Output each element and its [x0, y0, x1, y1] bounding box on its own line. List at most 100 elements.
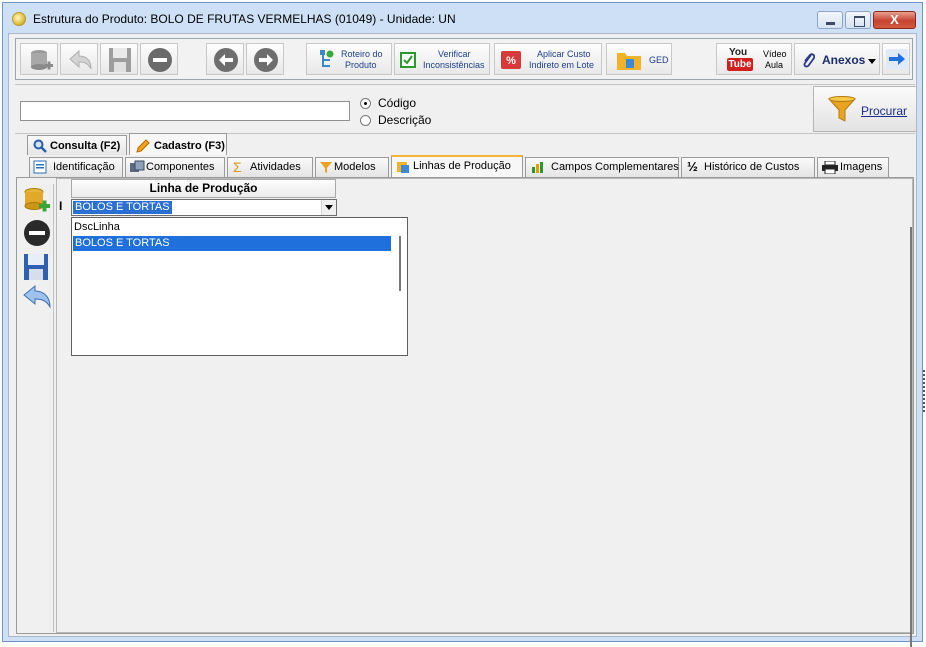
ged-label: GED — [649, 55, 669, 65]
tab-cadastro-label: Cadastro (F3) — [154, 140, 225, 152]
radio-descricao-dot[interactable] — [360, 115, 371, 126]
subtab-componentes[interactable]: Componentes — [125, 157, 225, 177]
next-button[interactable] — [246, 43, 284, 75]
radio-descricao-label: Descrição — [378, 113, 432, 127]
search-input[interactable] — [20, 101, 350, 121]
subtab-historico-label: Histórico de Custos — [704, 161, 800, 173]
radio-codigo-label: Código — [378, 96, 417, 110]
subtab-identificacao[interactable]: Identificação — [29, 157, 123, 177]
close-icon: X — [890, 12, 899, 27]
minimize-button[interactable] — [817, 11, 843, 29]
subtab-imagens-label: Imagens — [840, 161, 883, 173]
grid-scrollbar[interactable] — [910, 227, 912, 647]
subtab-imagens[interactable]: Imagens — [817, 157, 889, 177]
video-aula-button[interactable]: You Tube Vídeo Aula — [716, 43, 792, 75]
bars-icon — [532, 162, 543, 173]
side-toolbar — [20, 184, 54, 632]
add-record-button[interactable] — [20, 43, 58, 75]
minus-circle-icon[interactable] — [23, 219, 51, 247]
chevron-down-icon[interactable] — [321, 200, 336, 215]
production-line-icon — [397, 162, 409, 173]
tab-consulta-label: Consulta (F2) — [50, 140, 121, 152]
subtab-modelos[interactable]: Modelos — [315, 157, 389, 177]
undo-arrow-icon[interactable] — [22, 283, 52, 309]
percent-icon: % — [501, 51, 521, 69]
youtube-tube-text: Tube — [727, 58, 753, 71]
folder-icon — [617, 53, 641, 70]
list-item[interactable]: BOLOS E TORTAS — [73, 236, 391, 251]
maximize-button[interactable] — [845, 11, 871, 29]
funnel-icon — [828, 96, 856, 122]
roteiro-label-1: Roteiro do — [341, 49, 383, 59]
linha-producao-combo[interactable]: BOLOS E TORTAS — [71, 199, 337, 216]
aplicar-custo-button[interactable]: % Aplicar Custo Indireto em Lote — [494, 43, 602, 75]
roteiro-label-2: Produto — [345, 60, 377, 70]
verificar-label-1: Verificar — [438, 49, 471, 59]
linhas-producao-panel: Linha de Produção I BOLOS E TORTAS DscLi… — [16, 177, 914, 647]
anexos-dropdown-icon[interactable] — [868, 59, 876, 64]
floppy-disk-icon[interactable] — [23, 253, 49, 281]
database-add-icon — [31, 50, 53, 70]
tab-cadastro[interactable]: Cadastro (F3) — [129, 133, 227, 155]
tab-consulta[interactable]: Consulta (F2) — [27, 135, 127, 155]
close-button[interactable]: X — [873, 11, 916, 29]
filter-icon — [320, 162, 332, 173]
route-tree-icon — [320, 50, 334, 67]
dropdown-column-header: DscLinha — [74, 221, 120, 233]
combo-selected-value[interactable]: BOLOS E TORTAS — [73, 201, 172, 214]
floppy-disk-icon — [109, 48, 131, 72]
search-panel: Código Descrição Procurar — [15, 84, 917, 134]
delete-button[interactable] — [140, 43, 178, 75]
toolbar: Roteiro do Produto Verificar Inconsistên… — [15, 38, 913, 80]
subtab-campos-label: Campos Complementares — [551, 161, 679, 173]
minus-circle-icon — [148, 48, 172, 72]
ged-button[interactable]: GED — [606, 43, 672, 75]
procurar-button[interactable]: Procurar — [813, 86, 917, 132]
aplicar-label-2: Indireto em Lote — [529, 60, 595, 70]
subtab-historico-custos[interactable]: ½ Histórico de Custos — [681, 157, 815, 177]
row-edit-indicator: I — [59, 199, 63, 213]
app-icon — [12, 12, 26, 26]
aplicar-label-1: Aplicar Custo — [537, 49, 591, 59]
exit-button[interactable] — [882, 43, 910, 75]
subtab-campos-complementares[interactable]: Campos Complementares — [525, 157, 679, 177]
main-window: Estrutura do Produto: BOLO DE FRUTAS VER… — [2, 2, 923, 647]
video-label-1: Vídeo — [763, 49, 787, 59]
subtab-modelos-label: Modelos — [334, 161, 376, 173]
fraction-icon: ½ — [687, 159, 698, 174]
sigma-icon: Σ — [233, 159, 242, 175]
previous-button[interactable] — [206, 43, 244, 75]
subtab-atividades-label: Atividades — [250, 161, 301, 173]
verificar-label-2: Inconsistências — [423, 60, 485, 70]
youtube-icon: You Tube — [727, 47, 753, 71]
subtab-linhas-producao-label: Linhas de Produção — [413, 160, 511, 172]
video-label-2: Aula — [765, 60, 784, 70]
undo-button[interactable] — [60, 43, 98, 75]
undo-arrow-icon — [69, 49, 92, 70]
subtab-atividades[interactable]: Σ Atividades — [227, 157, 313, 177]
database-add-icon[interactable] — [23, 187, 51, 213]
column-header-linha-producao[interactable]: Linha de Produção — [71, 179, 336, 198]
arrow-left-icon — [214, 48, 238, 72]
svg-text:%: % — [506, 55, 516, 67]
anexos-label: Anexos — [822, 53, 866, 67]
roteiro-produto-button[interactable]: Roteiro do Produto — [306, 43, 392, 75]
arrow-right-icon — [254, 48, 278, 72]
printer-icon — [822, 161, 838, 174]
grid-area: Linha de Produção I BOLOS E TORTAS DscLi… — [56, 178, 913, 647]
magnifier-icon — [33, 139, 47, 153]
linha-producao-dropdown-list: DscLinha BOLOS E TORTAS — [71, 217, 408, 356]
title-bar[interactable]: Estrutura do Produto: BOLO DE FRUTAS VER… — [3, 3, 922, 33]
dropdown-scrollbar[interactable] — [399, 236, 401, 291]
client-area: Roteiro do Produto Verificar Inconsistên… — [8, 33, 917, 647]
paperclip-icon — [803, 53, 815, 68]
subtab-identificacao-label: Identificação — [53, 161, 115, 173]
checkbox-check-icon — [400, 52, 416, 68]
anexos-button[interactable]: Anexos — [794, 43, 880, 75]
radio-codigo-dot[interactable] — [360, 98, 371, 109]
save-button[interactable] — [100, 43, 138, 75]
verificar-inconsistencias-button[interactable]: Verificar Inconsistências — [394, 43, 490, 75]
subtab-componentes-label: Componentes — [146, 161, 215, 173]
subtab-linhas-producao[interactable]: Linhas de Produção — [391, 155, 523, 177]
window-title: Estrutura do Produto: BOLO DE FRUTAS VER… — [33, 12, 456, 26]
